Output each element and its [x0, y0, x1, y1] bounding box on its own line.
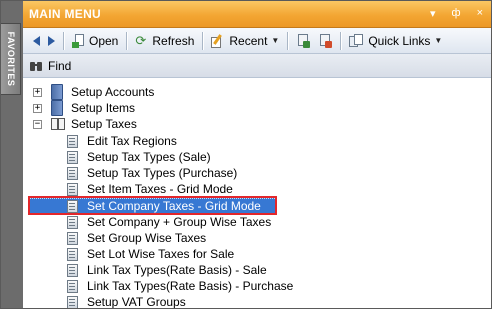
favorites-tab[interactable]: FAVORITES — [1, 23, 21, 95]
title-bar: MAIN MENU ▾ ф × — [23, 1, 491, 28]
collapse-icon[interactable]: − — [33, 119, 42, 129]
form-icon — [67, 279, 78, 293]
tree-label: Set Lot Wise Taxes for Sale — [87, 247, 235, 261]
toolbar-separator — [287, 31, 289, 50]
remove-favorite-button[interactable] — [314, 31, 336, 51]
form-icon — [67, 295, 78, 308]
remove-favorite-icon — [318, 33, 333, 48]
quick-links-icon — [349, 33, 364, 48]
tree-item[interactable]: Set Group Wise Taxes — [67, 230, 206, 246]
form-icon — [67, 215, 78, 229]
back-button[interactable] — [29, 31, 44, 51]
form-icon — [67, 263, 78, 277]
toolbar: Open ⟳ Refresh Recent ▼ Quick Links ▼ — [23, 28, 491, 54]
recent-icon — [211, 33, 225, 48]
quick-links-button[interactable]: Quick Links ▼ — [345, 31, 446, 51]
panel-title: MAIN MENU — [29, 7, 102, 21]
tree-node-setup-accounts[interactable]: + Setup Accounts — [33, 84, 154, 100]
forward-button[interactable] — [44, 31, 59, 51]
pin-icon[interactable]: ф — [452, 7, 461, 20]
toolbar-separator — [202, 31, 204, 50]
tree-label: Link Tax Types(Rate Basis) - Sale — [87, 263, 267, 277]
refresh-button[interactable]: ⟳ Refresh — [131, 31, 198, 51]
tree-node-setup-taxes[interactable]: − Setup Taxes — [33, 116, 137, 132]
refresh-label: Refresh — [152, 33, 195, 48]
tree-item[interactable]: Set Item Taxes - Grid Mode — [67, 181, 233, 197]
binoculars-icon — [30, 60, 43, 72]
form-icon — [67, 199, 78, 213]
favorites-strip: FAVORITES — [1, 1, 23, 308]
tree-label: Setup Taxes — [71, 117, 137, 131]
tree-label: Setup Accounts — [71, 85, 155, 99]
tree-label: Set Group Wise Taxes — [87, 231, 207, 245]
book-icon — [51, 100, 63, 116]
tree-label: Setup Tax Types (Sale) — [87, 150, 211, 164]
tree-item[interactable]: Link Tax Types(Rate Basis) - Sale — [67, 262, 267, 278]
recent-dropdown-icon: ▼ — [271, 36, 280, 45]
add-favorite-icon — [296, 33, 311, 48]
open-icon — [72, 33, 85, 48]
find-bar[interactable]: Find — [23, 54, 491, 78]
book-icon — [51, 84, 63, 100]
tree-item[interactable]: Link Tax Types(Rate Basis) - Purchase — [67, 278, 293, 294]
tree-item-selected[interactable]: Set Company Taxes - Grid Mode — [67, 198, 261, 214]
form-icon — [67, 231, 78, 245]
tree-label: Setup VAT Groups — [87, 295, 186, 309]
form-icon — [67, 150, 78, 164]
tree-item[interactable]: Edit Tax Regions — [67, 133, 177, 149]
expand-icon[interactable]: + — [33, 103, 42, 113]
tree-label: Setup Tax Types (Purchase) — [87, 166, 238, 180]
tree-label: Set Company Taxes - Grid Mode — [87, 199, 261, 213]
tree-item[interactable]: Set Company + Group Wise Taxes — [67, 214, 271, 230]
recent-button[interactable]: Recent ▼ — [207, 31, 283, 51]
toolbar-separator — [63, 31, 64, 50]
tree-node-setup-items[interactable]: + Setup Items — [33, 100, 135, 116]
tree-item[interactable]: Set Lot Wise Taxes for Sale — [67, 246, 234, 262]
tree-item[interactable]: Setup Tax Types (Purchase) — [67, 165, 237, 181]
menu-tree: + Setup Accounts + Setup Items − Setup T… — [23, 78, 491, 308]
title-controls: ▾ ф × — [430, 7, 483, 20]
toolbar-separator — [126, 31, 128, 50]
add-favorite-button[interactable] — [292, 31, 314, 51]
form-icon — [67, 182, 78, 196]
tree-item[interactable]: Setup VAT Groups — [67, 294, 186, 309]
main-menu-panel: FAVORITES MAIN MENU ▾ ф × Open ⟳ Refresh — [0, 0, 492, 309]
find-label: Find — [48, 58, 72, 73]
expand-icon[interactable]: + — [33, 87, 42, 97]
open-label: Open — [89, 33, 119, 48]
close-icon[interactable]: × — [477, 7, 483, 20]
tree-label: Setup Items — [71, 101, 136, 115]
tree-label: Set Company + Group Wise Taxes — [87, 215, 272, 229]
form-icon — [67, 134, 78, 148]
quick-links-label: Quick Links — [368, 33, 431, 48]
tree-label: Link Tax Types(Rate Basis) - Purchase — [87, 279, 294, 293]
back-arrow-icon — [33, 35, 40, 46]
favorites-tab-label: FAVORITES — [5, 31, 16, 87]
tree-label: Edit Tax Regions — [87, 134, 177, 148]
toolbar-separator — [340, 31, 342, 50]
tree-item[interactable]: Setup Tax Types (Sale) — [67, 149, 211, 165]
open-button[interactable]: Open — [68, 31, 122, 51]
quick-links-dropdown-icon: ▼ — [434, 36, 443, 45]
tree-label: Set Item Taxes - Grid Mode — [87, 182, 233, 196]
form-icon — [67, 166, 78, 180]
form-icon — [67, 247, 78, 261]
dropdown-icon[interactable]: ▾ — [430, 7, 436, 20]
refresh-icon: ⟳ — [135, 33, 147, 48]
forward-arrow-icon — [48, 35, 55, 46]
open-book-icon — [51, 118, 66, 130]
recent-label: Recent — [229, 33, 268, 48]
